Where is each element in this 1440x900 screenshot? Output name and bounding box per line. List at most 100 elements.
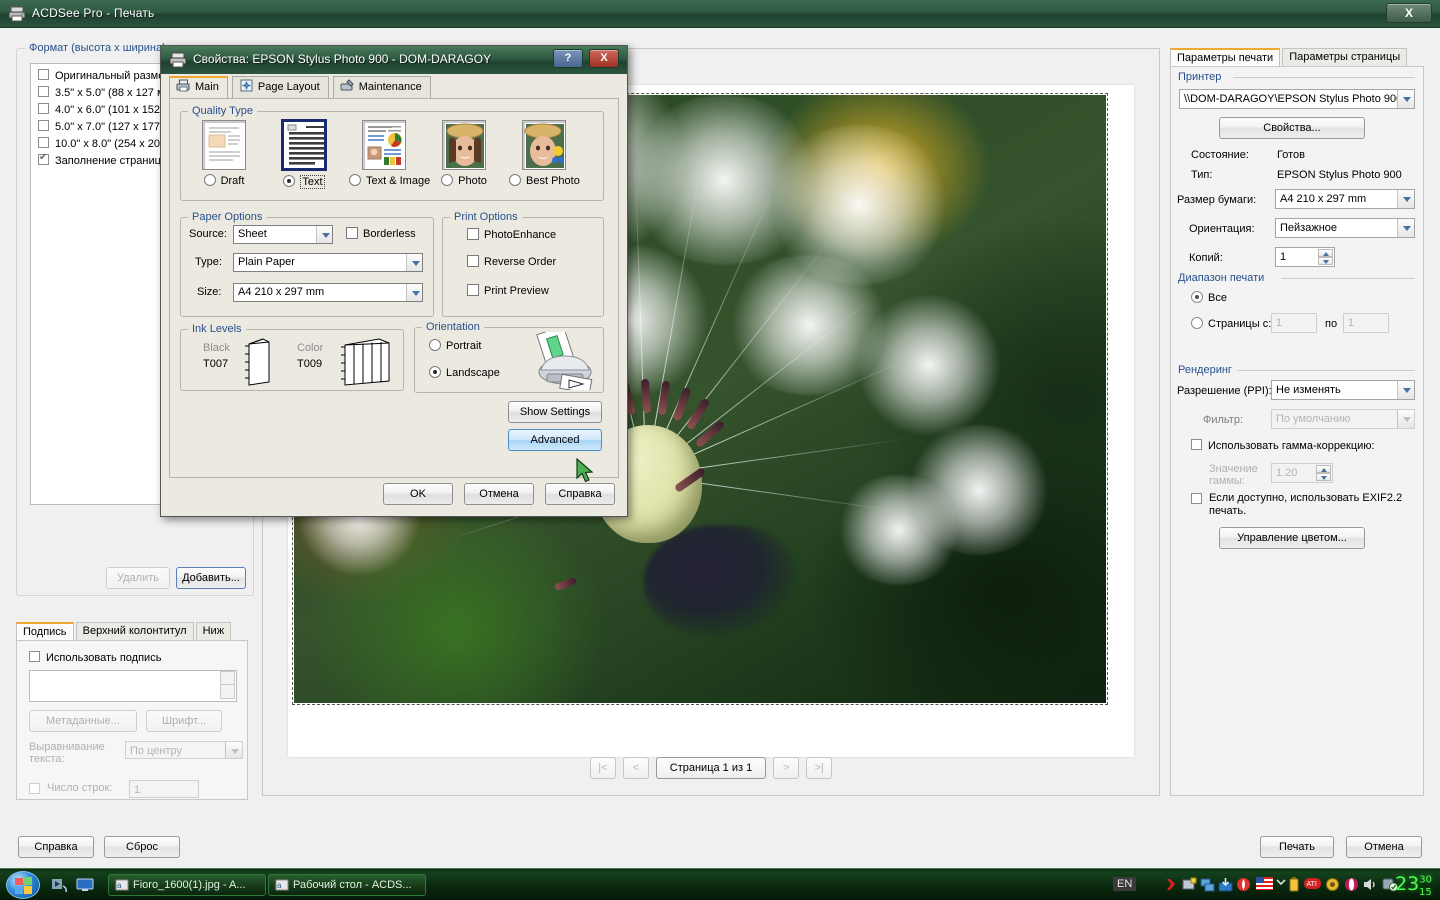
add-format-button[interactable]: Добавить... — [176, 567, 246, 589]
paper-size-select[interactable]: A4 210 x 297 mm — [1275, 189, 1415, 209]
quality-option-text-image[interactable]: Text & Image — [349, 120, 430, 187]
checkbox[interactable] — [467, 255, 479, 267]
printer-properties-button[interactable]: Свойства... — [1219, 117, 1365, 139]
ati-icon[interactable]: ATI — [1304, 877, 1321, 892]
checkbox[interactable] — [29, 651, 40, 662]
last-page-button[interactable]: >| — [806, 757, 833, 779]
copies-input[interactable]: 1 — [1275, 247, 1335, 267]
portrait-option[interactable]: Portrait — [429, 339, 481, 352]
prev-page-button[interactable]: < — [622, 757, 649, 779]
print-button[interactable]: Печать — [1260, 836, 1334, 858]
checkbox[interactable] — [38, 137, 49, 148]
caption-spinner[interactable] — [220, 671, 235, 699]
language-indicator[interactable]: EN — [1113, 877, 1137, 891]
chevron-down-icon[interactable] — [316, 226, 332, 243]
checkbox[interactable] — [467, 228, 479, 240]
print-preview-option[interactable]: Print Preview — [467, 284, 549, 297]
chevron-down-icon[interactable] — [1397, 219, 1414, 237]
gear-icon[interactable] — [1325, 877, 1340, 892]
epson-help-bottom-button[interactable]: Справка — [545, 483, 615, 505]
flag-icon[interactable] — [1256, 877, 1273, 892]
delete-format-button[interactable]: Удалить — [106, 567, 170, 589]
network-icon[interactable] — [1182, 877, 1197, 892]
download-icon[interactable] — [1218, 877, 1233, 892]
next-page-button[interactable]: > — [773, 757, 800, 779]
taskbar-task-2[interactable]: a Рабочий стол - ACDS... — [268, 874, 426, 896]
radio[interactable] — [509, 174, 521, 186]
text-align-select[interactable]: По центру — [125, 741, 243, 759]
gamma-value-input[interactable]: 1.20 — [1271, 463, 1333, 483]
paper-size-select[interactable]: A4 210 x 297 mm — [233, 283, 423, 302]
opera-icon[interactable] — [1236, 877, 1251, 892]
source-select[interactable]: Sheet — [233, 225, 333, 244]
first-page-button[interactable]: |< — [589, 757, 616, 779]
reset-button[interactable]: Сброс — [104, 836, 180, 858]
epson-help-button[interactable]: ? — [553, 49, 583, 68]
radio[interactable] — [1191, 317, 1203, 329]
chevron-down-icon[interactable] — [406, 284, 422, 301]
tab-footer[interactable]: Ниж — [195, 622, 232, 640]
chevron-down-icon[interactable] — [1276, 877, 1286, 892]
use-caption-row[interactable]: Использовать подпись — [29, 651, 239, 664]
radio[interactable] — [283, 175, 296, 187]
tab-page-settings[interactable]: Параметры страницы — [1282, 48, 1408, 66]
checkbox[interactable] — [38, 152, 49, 165]
checkbox[interactable] — [38, 120, 49, 131]
chevron-down-icon[interactable] — [1397, 90, 1414, 108]
chevron-down-icon[interactable] — [225, 742, 242, 758]
checkbox[interactable] — [467, 284, 479, 296]
epson-cancel-button[interactable]: Отмена — [464, 483, 534, 505]
tab-maintenance[interactable]: Maintenance — [332, 76, 431, 98]
checkbox[interactable] — [38, 103, 49, 114]
media-player-icon[interactable] — [50, 877, 68, 896]
taskbar-task-1[interactable]: a Fioro_1600(1).jpg - A... — [108, 874, 266, 896]
checkbox[interactable] — [38, 86, 49, 97]
range-from-input[interactable]: 1 — [1271, 313, 1317, 333]
landscape-option[interactable]: Landscape — [429, 366, 500, 379]
kaspersky-icon[interactable] — [1164, 877, 1179, 892]
help-button[interactable]: Справка — [18, 836, 94, 858]
checkbox[interactable] — [29, 783, 40, 794]
metadata-button[interactable]: Метаданные... — [29, 710, 137, 732]
epson-close-button[interactable]: X — [589, 49, 619, 68]
quality-option-best-photo[interactable]: Best Photo — [509, 120, 580, 187]
radio[interactable] — [1191, 291, 1203, 303]
chevron-down-icon[interactable] — [1397, 410, 1414, 428]
exif-option[interactable]: Если доступно, использовать EXIF2.2 печа… — [1191, 492, 1409, 518]
volume-icon[interactable] — [1363, 877, 1378, 892]
radio[interactable] — [429, 366, 441, 378]
tab-caption[interactable]: Подпись — [16, 622, 74, 640]
quality-option-draft[interactable]: Draft — [189, 120, 259, 187]
range-all-option[interactable]: Все — [1191, 291, 1227, 304]
checkbox[interactable] — [346, 227, 358, 239]
monitor-icon[interactable] — [1200, 877, 1215, 892]
radio[interactable] — [349, 174, 361, 186]
window-close-button[interactable]: X — [1386, 3, 1432, 23]
font-button[interactable]: Шрифт... — [146, 710, 223, 732]
opera-browser-icon[interactable] — [1344, 877, 1359, 892]
chevron-down-icon[interactable] — [1397, 190, 1414, 208]
range-to-input[interactable]: 1 — [1343, 313, 1389, 333]
color-management-button[interactable]: Управление цветом... — [1219, 527, 1365, 549]
quality-option-photo[interactable]: Photo — [429, 120, 499, 187]
checkbox[interactable] — [38, 69, 49, 80]
tab-header[interactable]: Верхний колонтитул — [75, 622, 194, 640]
gamma-correction-option[interactable]: Использовать гамма-коррекцию: — [1191, 439, 1375, 452]
printer-select[interactable]: \\DOM-DARAGOY\EPSON Stylus Photo 900 — [1179, 89, 1415, 109]
radio[interactable] — [441, 174, 454, 186]
chevron-down-icon[interactable] — [406, 254, 422, 271]
show-settings-button[interactable]: Show Settings — [508, 401, 602, 423]
show-desktop-icon[interactable] — [76, 877, 94, 896]
filter-select[interactable]: По умолчанию — [1271, 409, 1415, 429]
advanced-button[interactable]: Advanced — [508, 429, 602, 451]
checkbox[interactable] — [1191, 439, 1202, 450]
tab-main[interactable]: Main — [169, 76, 228, 98]
battery-icon[interactable] — [1288, 877, 1303, 892]
caption-text-input[interactable] — [29, 670, 237, 702]
system-clock[interactable]: 233015 — [1395, 873, 1432, 898]
copies-stepper[interactable] — [1318, 249, 1333, 265]
radio[interactable] — [203, 174, 216, 186]
checkbox[interactable] — [1191, 493, 1202, 504]
quality-option-text[interactable]: Text — [269, 119, 339, 189]
range-pages-option[interactable]: Страницы с: — [1191, 317, 1271, 330]
